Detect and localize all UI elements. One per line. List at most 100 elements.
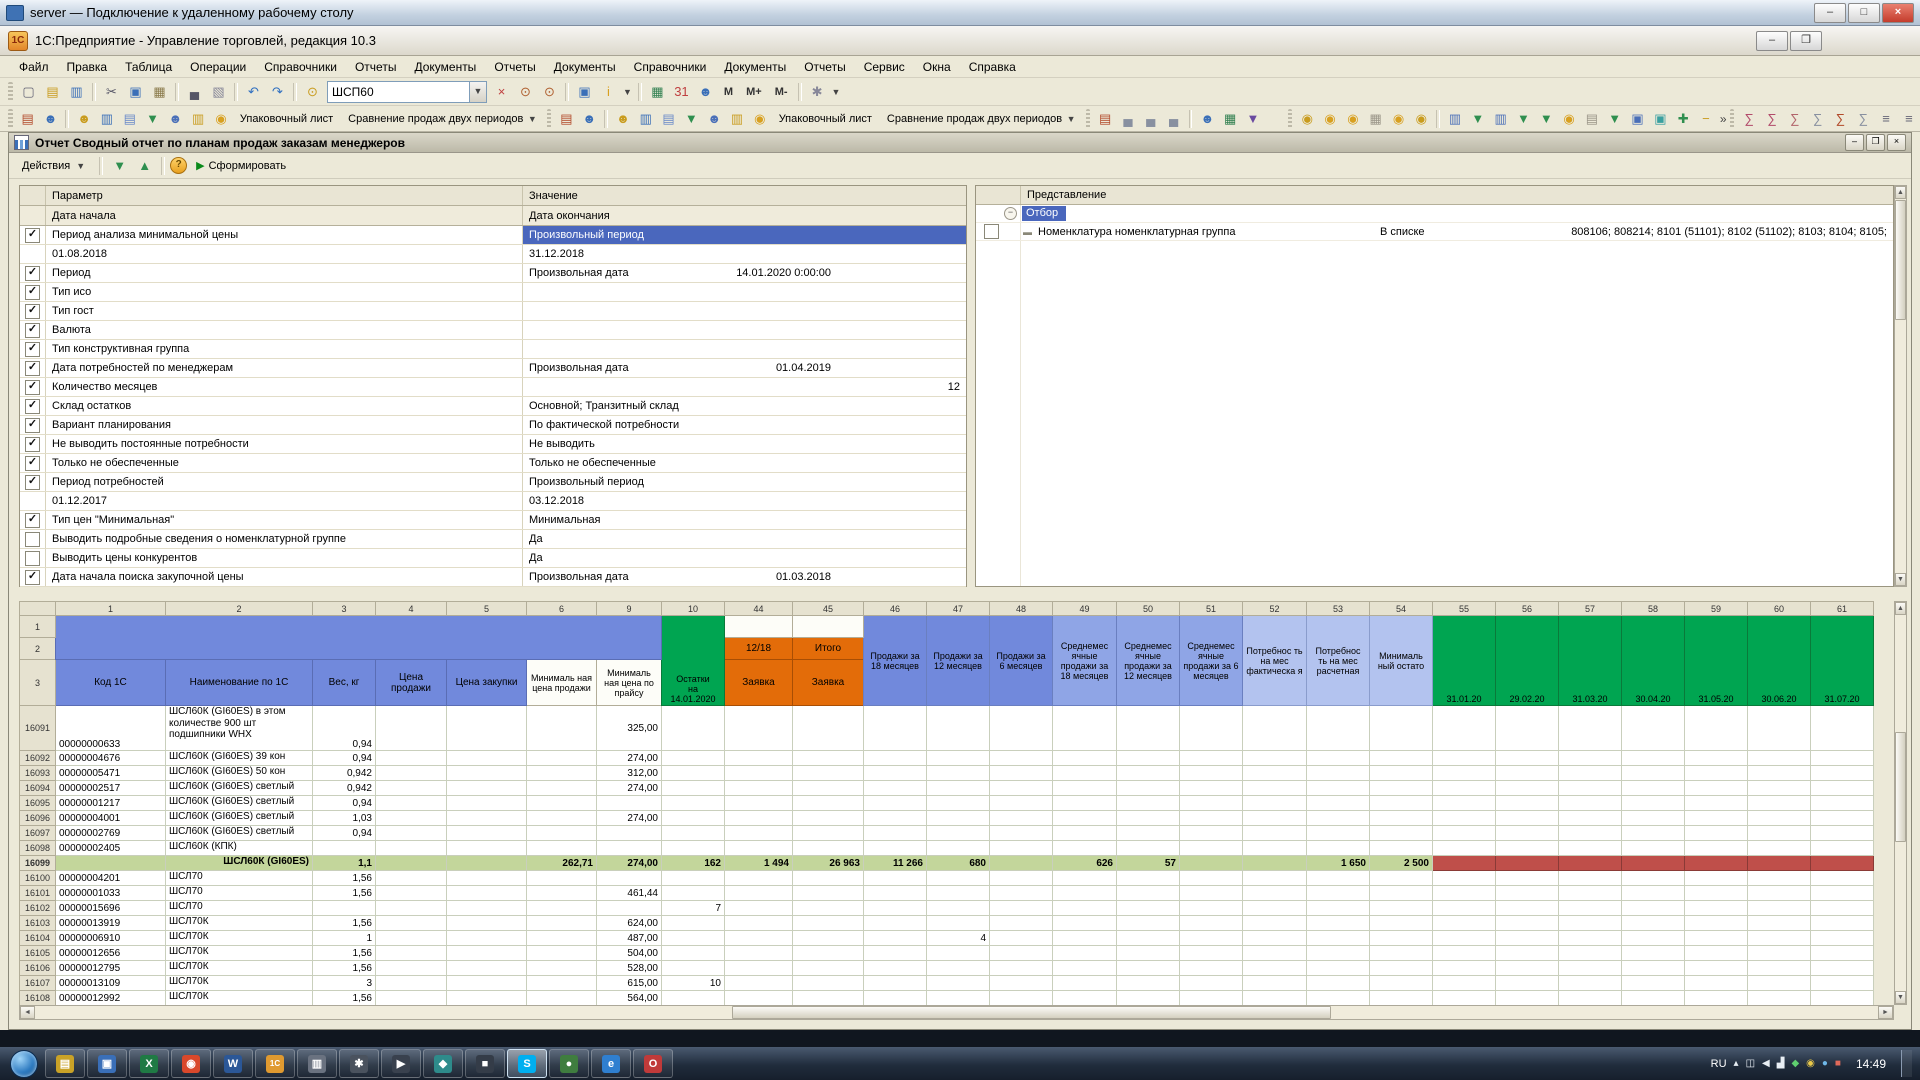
cell-plan[interactable] [1496,916,1559,931]
cell-code[interactable] [56,856,166,871]
cell-value[interactable] [1307,766,1370,781]
cell-plan[interactable] [1559,766,1622,781]
cell-plan[interactable] [1748,931,1811,946]
parameter-checkbox-cell[interactable]: ✓ [20,416,46,434]
cell-value[interactable] [793,841,864,856]
cell-code[interactable]: 00000012992 [56,991,166,1006]
save-settings-icon[interactable]: ▼ [108,154,131,177]
cell-value[interactable] [597,826,662,841]
parameter-checkbox-cell[interactable]: ✓ [20,283,46,301]
cell-value[interactable] [1307,991,1370,1006]
cell-plan[interactable] [1622,706,1685,751]
column-number-header[interactable]: 5 [447,602,527,616]
cell-value[interactable] [1243,751,1307,766]
cell-value[interactable] [376,766,447,781]
checkbox[interactable]: ✓ [25,570,40,585]
header-order[interactable]: Заявка [793,660,864,706]
cell-value[interactable] [1243,706,1307,751]
remove-row-icon[interactable]: − [1695,107,1717,130]
menu-item[interactable]: Таблица [116,58,181,76]
cell-value[interactable] [447,826,527,841]
cell-value[interactable] [725,946,793,961]
column-number-header[interactable]: 3 [313,602,376,616]
checkbox[interactable]: ✓ [25,513,40,528]
cell-value[interactable] [376,901,447,916]
cell-plan[interactable] [1559,811,1622,826]
parameter-row[interactable]: ✓Валюта [20,321,966,340]
header-average-sales[interactable]: Среднемес ячные продажи за 6 месяцев [1180,616,1243,706]
cell-plan[interactable] [1496,826,1559,841]
cell-plan[interactable] [1685,871,1748,886]
cell-value[interactable] [725,781,793,796]
cell-value[interactable] [1117,931,1180,946]
report-minimize-button[interactable]: – [1845,134,1864,151]
cell-value[interactable]: 0,94 [313,706,376,751]
cell-value[interactable] [1117,811,1180,826]
scroll-left-icon[interactable]: ◄ [20,1006,35,1019]
cell-value[interactable] [447,901,527,916]
network-icon[interactable]: ▟ [1777,1058,1785,1069]
menu-item[interactable]: Отчеты [346,58,405,76]
toolbar-drag-handle[interactable] [8,82,13,102]
person-money-icon[interactable]: ◉ [1296,107,1318,130]
cell-plan[interactable] [1559,841,1622,856]
cell-value[interactable] [793,901,864,916]
parameter-value[interactable]: Да [523,549,966,567]
cell-code[interactable]: 00000001217 [56,796,166,811]
cell-plan[interactable] [1748,751,1811,766]
undo-icon[interactable]: ↶ [242,80,265,103]
row-number-header[interactable]: 16108 [20,991,56,1006]
cell-value[interactable] [1117,991,1180,1006]
scroll-up-icon[interactable]: ▲ [1895,186,1906,199]
coins-transfer-icon[interactable]: ◉ [1558,107,1580,130]
menu-item[interactable]: Правка [58,58,117,76]
filter-header-label[interactable]: Представление [1021,186,1106,204]
cell-value[interactable] [1180,856,1243,871]
merged-header-cell[interactable] [56,616,662,660]
header-min-list-price[interactable]: Минималь ная цена по прайсу [597,660,662,706]
cell-value[interactable] [1117,781,1180,796]
cell-plan[interactable] [1496,901,1559,916]
cell-value[interactable] [725,901,793,916]
cell-value[interactable] [1053,811,1117,826]
cell-code[interactable]: 00000013919 [56,916,166,931]
cell-value[interactable] [1053,901,1117,916]
cell-plan[interactable] [1811,886,1874,901]
parameter-name[interactable]: Склад остатков [46,397,523,415]
cell-plan[interactable] [1811,856,1874,871]
grid-vertical-scrollbar[interactable]: ▲ ▼ [1894,601,1907,1005]
menu-item[interactable]: Справочники [625,58,716,76]
update-icon[interactable]: ◉ [1806,1058,1815,1069]
header-empty[interactable] [725,616,793,638]
search-combobox[interactable]: ▼ [327,81,487,103]
cell-value[interactable] [527,751,597,766]
parameter-checkbox-cell[interactable]: ✓ [20,435,46,453]
cell-value[interactable] [376,976,447,991]
column-number-header[interactable]: 51 [1180,602,1243,616]
cell-plan[interactable] [1811,766,1874,781]
cell-value[interactable]: 3 [313,976,376,991]
counterparties-icon[interactable]: ☻ [1196,107,1218,130]
cell-value[interactable] [447,796,527,811]
cart-minus-icon[interactable]: ▼ [1513,107,1535,130]
cell-value[interactable] [927,976,990,991]
cell-value[interactable] [927,826,990,841]
row-number-header[interactable]: 16104 [20,931,56,946]
cell-code[interactable]: 00000001033 [56,886,166,901]
cell-value[interactable]: 528,00 [597,961,662,976]
cell-value[interactable] [376,796,447,811]
cell-value[interactable] [1180,781,1243,796]
cell-value[interactable] [662,991,725,1006]
redo-icon[interactable]: ↷ [266,80,289,103]
taskbar-app-media-player[interactable]: ▶ [381,1049,421,1078]
parameter-value[interactable]: Произвольная дата01.03.2018 [523,568,966,586]
parameter-value[interactable]: 03.12.2018 [523,492,966,510]
cell-plan[interactable] [1496,796,1559,811]
cell-value[interactable] [793,826,864,841]
cell-value[interactable]: 26 963 [793,856,864,871]
cell-value[interactable] [990,706,1053,751]
parameter-checkbox-cell[interactable]: ✓ [20,568,46,586]
cell-name[interactable]: ШСЛ70К [166,931,313,946]
checkbox[interactable]: ✓ [25,228,40,243]
cell-value[interactable] [447,856,527,871]
